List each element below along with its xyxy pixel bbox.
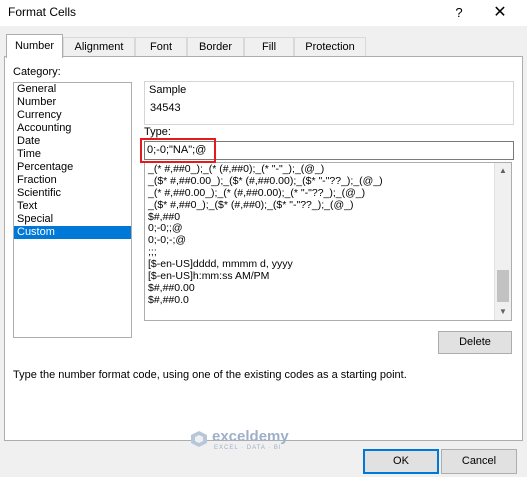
watermark-tagline: EXCEL · DATA · BI: [214, 445, 282, 451]
cancel-button[interactable]: Cancel: [441, 449, 517, 474]
exceldemy-logo-icon: [191, 431, 207, 447]
format-item[interactable]: ;;;: [145, 246, 511, 258]
tab-border[interactable]: Border: [187, 37, 244, 57]
category-item-percentage[interactable]: Percentage: [14, 161, 131, 174]
format-item[interactable]: $#,##0: [145, 211, 511, 223]
category-item-currency[interactable]: Currency: [14, 109, 131, 122]
category-item-number[interactable]: Number: [14, 96, 131, 109]
format-item[interactable]: $#,##0.0: [145, 294, 511, 306]
tab-fill[interactable]: Fill: [244, 37, 294, 57]
format-item[interactable]: _(* #,##0.00_);_(* (#,##0.00);_(* "-"??_…: [145, 187, 511, 199]
category-list[interactable]: General Number Currency Accounting Date …: [13, 82, 132, 338]
tab-number[interactable]: Number: [6, 34, 63, 58]
format-item[interactable]: $#,##0.00: [145, 282, 511, 294]
tab-alignment[interactable]: Alignment: [63, 37, 135, 57]
title-bar: Format Cells ? ✕: [0, 0, 527, 26]
hint-text: Type the number format code, using one o…: [13, 369, 407, 381]
category-item-custom[interactable]: Custom: [14, 226, 131, 239]
format-item[interactable]: _($* #,##0_);_($* (#,##0);_($* "-"??_);_…: [145, 199, 511, 211]
type-label: Type:: [144, 126, 171, 138]
close-icon[interactable]: ✕: [485, 2, 515, 24]
tab-protection[interactable]: Protection: [294, 37, 366, 57]
category-item-special[interactable]: Special: [14, 213, 131, 226]
highlight-box: [140, 138, 216, 163]
category-label: Category:: [13, 66, 61, 78]
scroll-down-icon[interactable]: ▼: [495, 304, 511, 320]
format-item[interactable]: [$-en-US]dddd, mmmm d, yyyy: [145, 258, 511, 270]
category-item-fraction[interactable]: Fraction: [14, 174, 131, 187]
format-item[interactable]: 0;-0;-;@: [145, 234, 511, 246]
sample-group: [144, 81, 514, 125]
format-item[interactable]: _(* #,##0_);_(* (#,##0);_(* "-"_);_(@_): [145, 163, 511, 175]
category-item-general[interactable]: General: [14, 83, 131, 96]
category-item-accounting[interactable]: Accounting: [14, 122, 131, 135]
tab-font[interactable]: Font: [135, 37, 187, 57]
sample-value: 34543: [150, 102, 181, 114]
category-item-text[interactable]: Text: [14, 200, 131, 213]
format-code-list[interactable]: _(* #,##0_);_(* (#,##0);_(* "-"_);_(@_) …: [144, 162, 512, 321]
format-item[interactable]: _($* #,##0.00_);_($* (#,##0.00);_($* "-"…: [145, 175, 511, 187]
category-item-date[interactable]: Date: [14, 135, 131, 148]
watermark-name: exceldemy: [212, 428, 289, 445]
ok-button[interactable]: OK: [363, 449, 439, 474]
window-title: Format Cells: [8, 5, 77, 19]
category-item-scientific[interactable]: Scientific: [14, 187, 131, 200]
format-list-scrollbar[interactable]: ▲ ▼: [494, 163, 511, 320]
help-button[interactable]: ?: [448, 2, 470, 24]
format-item[interactable]: 0;-0;;@: [145, 222, 511, 235]
category-item-time[interactable]: Time: [14, 148, 131, 161]
format-item[interactable]: [$-en-US]h:mm:ss AM/PM: [145, 270, 511, 282]
sample-label: Sample: [149, 84, 187, 96]
scroll-thumb[interactable]: [497, 270, 509, 302]
delete-button[interactable]: Delete: [438, 331, 512, 354]
scroll-up-icon[interactable]: ▲: [495, 163, 511, 179]
